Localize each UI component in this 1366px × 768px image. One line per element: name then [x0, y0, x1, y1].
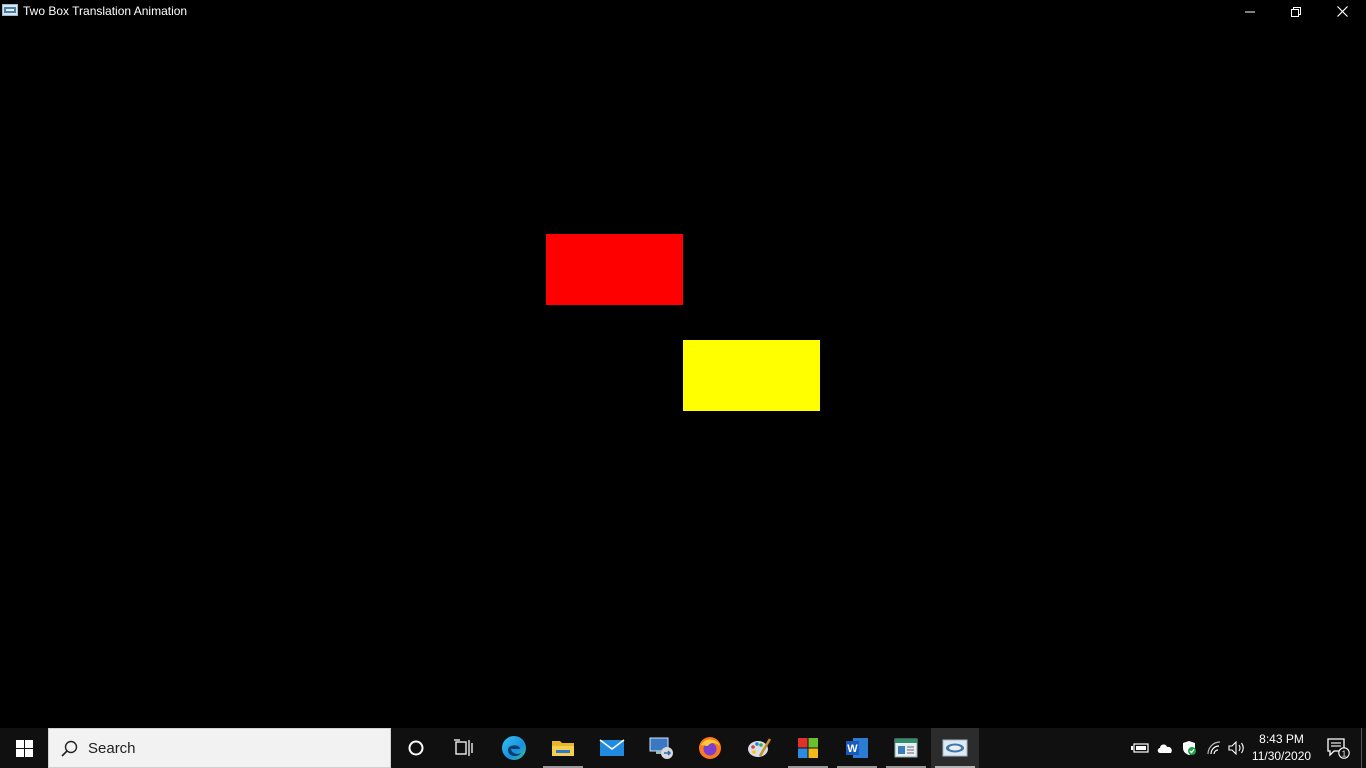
edge-icon	[502, 736, 526, 760]
close-button[interactable]	[1319, 0, 1365, 23]
window-title: Two Box Translation Animation	[23, 4, 188, 18]
taskbar-search-box[interactable]: Search	[48, 728, 391, 768]
restore-button[interactable]	[1273, 0, 1319, 23]
taskbar-clock[interactable]: 8:43 PM 11/30/2020	[1250, 731, 1313, 765]
battery-tray-button[interactable]	[1131, 740, 1149, 756]
app-icon	[2, 4, 18, 16]
red-box	[546, 234, 683, 305]
security-tray-button[interactable]	[1180, 740, 1198, 756]
task-view-icon	[454, 739, 473, 756]
opengl-app-button[interactable]	[931, 728, 979, 768]
edge-button[interactable]	[490, 728, 538, 768]
windows-apps-icon	[798, 738, 818, 758]
window-title-bar[interactable]: Two Box Translation Animation	[0, 0, 1366, 23]
opengl-app-icon	[942, 739, 968, 757]
file-explorer-button[interactable]	[539, 728, 587, 768]
mail-icon	[599, 739, 625, 756]
remote-desktop-button[interactable]	[637, 728, 685, 768]
taskbar: Search W 8:43 PM 11/30/2020 1	[0, 728, 1366, 768]
volume-icon	[1228, 741, 1244, 755]
paint-button[interactable]	[735, 728, 783, 768]
word-button[interactable]: W	[833, 728, 881, 768]
notification-count: 1	[1342, 750, 1347, 759]
wifi-icon	[1207, 741, 1221, 755]
animation-canvas	[0, 23, 1366, 728]
windows-apps-button[interactable]	[784, 728, 832, 768]
network-tray-button[interactable]	[1205, 740, 1223, 756]
cortana-button[interactable]	[392, 728, 440, 768]
start-button[interactable]	[0, 728, 48, 768]
show-desktop-button[interactable]	[1361, 728, 1366, 768]
minimize-button[interactable]	[1227, 0, 1273, 23]
file-explorer-icon	[552, 741, 574, 756]
minimize-icon	[1245, 11, 1255, 12]
paint-icon	[748, 738, 772, 757]
clock-date: 11/30/2020	[1251, 749, 1312, 763]
battery-icon	[1131, 743, 1149, 753]
firefox-button[interactable]	[686, 728, 734, 768]
cloud-icon	[1157, 744, 1172, 753]
search-icon	[61, 740, 78, 757]
onedrive-tray-button[interactable]	[1156, 740, 1174, 756]
cortana-icon	[408, 740, 424, 756]
windows-start-icon	[15, 739, 33, 757]
word-icon: W	[846, 738, 868, 758]
shield-icon	[1183, 741, 1196, 755]
mail-button[interactable]	[588, 728, 636, 768]
firefox-icon	[699, 737, 721, 759]
svg-text:W: W	[847, 743, 858, 755]
notes-app-button[interactable]	[882, 728, 930, 768]
notes-icon	[894, 738, 918, 758]
restore-icon	[1291, 6, 1301, 17]
action-center-button[interactable]: 1	[1318, 728, 1358, 768]
search-placeholder: Search	[88, 740, 136, 757]
remote-desktop-icon	[649, 737, 673, 759]
notification-icon: 1	[1327, 738, 1350, 759]
volume-tray-button[interactable]	[1228, 740, 1246, 756]
close-icon	[1336, 6, 1348, 17]
clock-time: 8:43 PM	[1259, 732, 1304, 746]
yellow-box	[683, 340, 820, 411]
task-view-button[interactable]	[440, 728, 488, 768]
